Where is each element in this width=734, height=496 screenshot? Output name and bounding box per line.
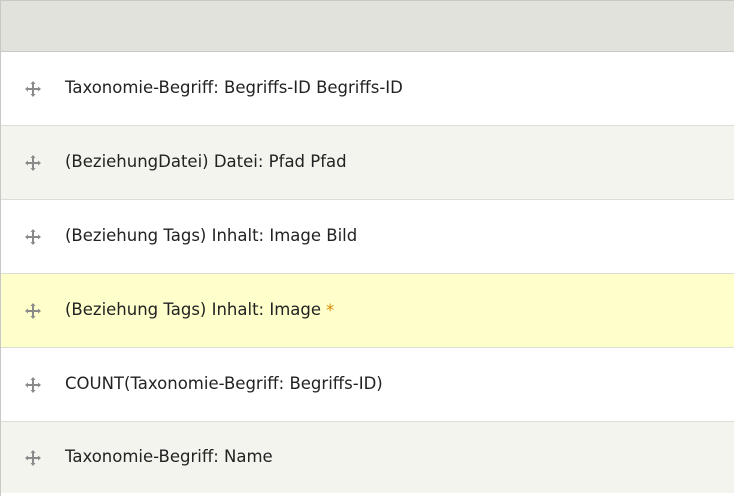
drag-handle-icon[interactable]: [23, 227, 43, 247]
drag-handle-icon[interactable]: [23, 375, 43, 395]
row-label: (Beziehung Tags) Inhalt: Image: [65, 300, 322, 320]
changed-marker: *: [326, 301, 335, 320]
table-row-highlighted[interactable]: (Beziehung Tags) Inhalt: Image *: [1, 274, 734, 348]
table-row[interactable]: COUNT(Taxonomie-Begriff: Begriffs-ID): [1, 348, 734, 422]
table-row[interactable]: (BeziehungDatei) Datei: Pfad Pfad: [1, 126, 734, 200]
row-label: Taxonomie-Begriff: Name: [65, 447, 273, 467]
row-label: (Beziehung Tags) Inhalt: Image Bild: [65, 226, 358, 246]
table-header: [1, 1, 734, 52]
table-body: Taxonomie-Begriff: Begriffs-ID Begriffs-…: [1, 52, 734, 493]
draggable-table: Taxonomie-Begriff: Begriffs-ID Begriffs-…: [0, 0, 734, 496]
row-label: Taxonomie-Begriff: Begriffs-ID Begriffs-…: [65, 78, 403, 98]
table-row[interactable]: Taxonomie-Begriff: Name: [1, 422, 734, 493]
drag-handle-icon[interactable]: [23, 448, 43, 468]
table-row[interactable]: (Beziehung Tags) Inhalt: Image Bild: [1, 200, 734, 274]
drag-handle-icon[interactable]: [23, 153, 43, 173]
row-label: (BeziehungDatei) Datei: Pfad Pfad: [65, 152, 347, 172]
row-label: COUNT(Taxonomie-Begriff: Begriffs-ID): [65, 374, 383, 394]
drag-handle-icon[interactable]: [23, 301, 43, 321]
drag-handle-icon[interactable]: [23, 79, 43, 99]
table-row[interactable]: Taxonomie-Begriff: Begriffs-ID Begriffs-…: [1, 52, 734, 126]
